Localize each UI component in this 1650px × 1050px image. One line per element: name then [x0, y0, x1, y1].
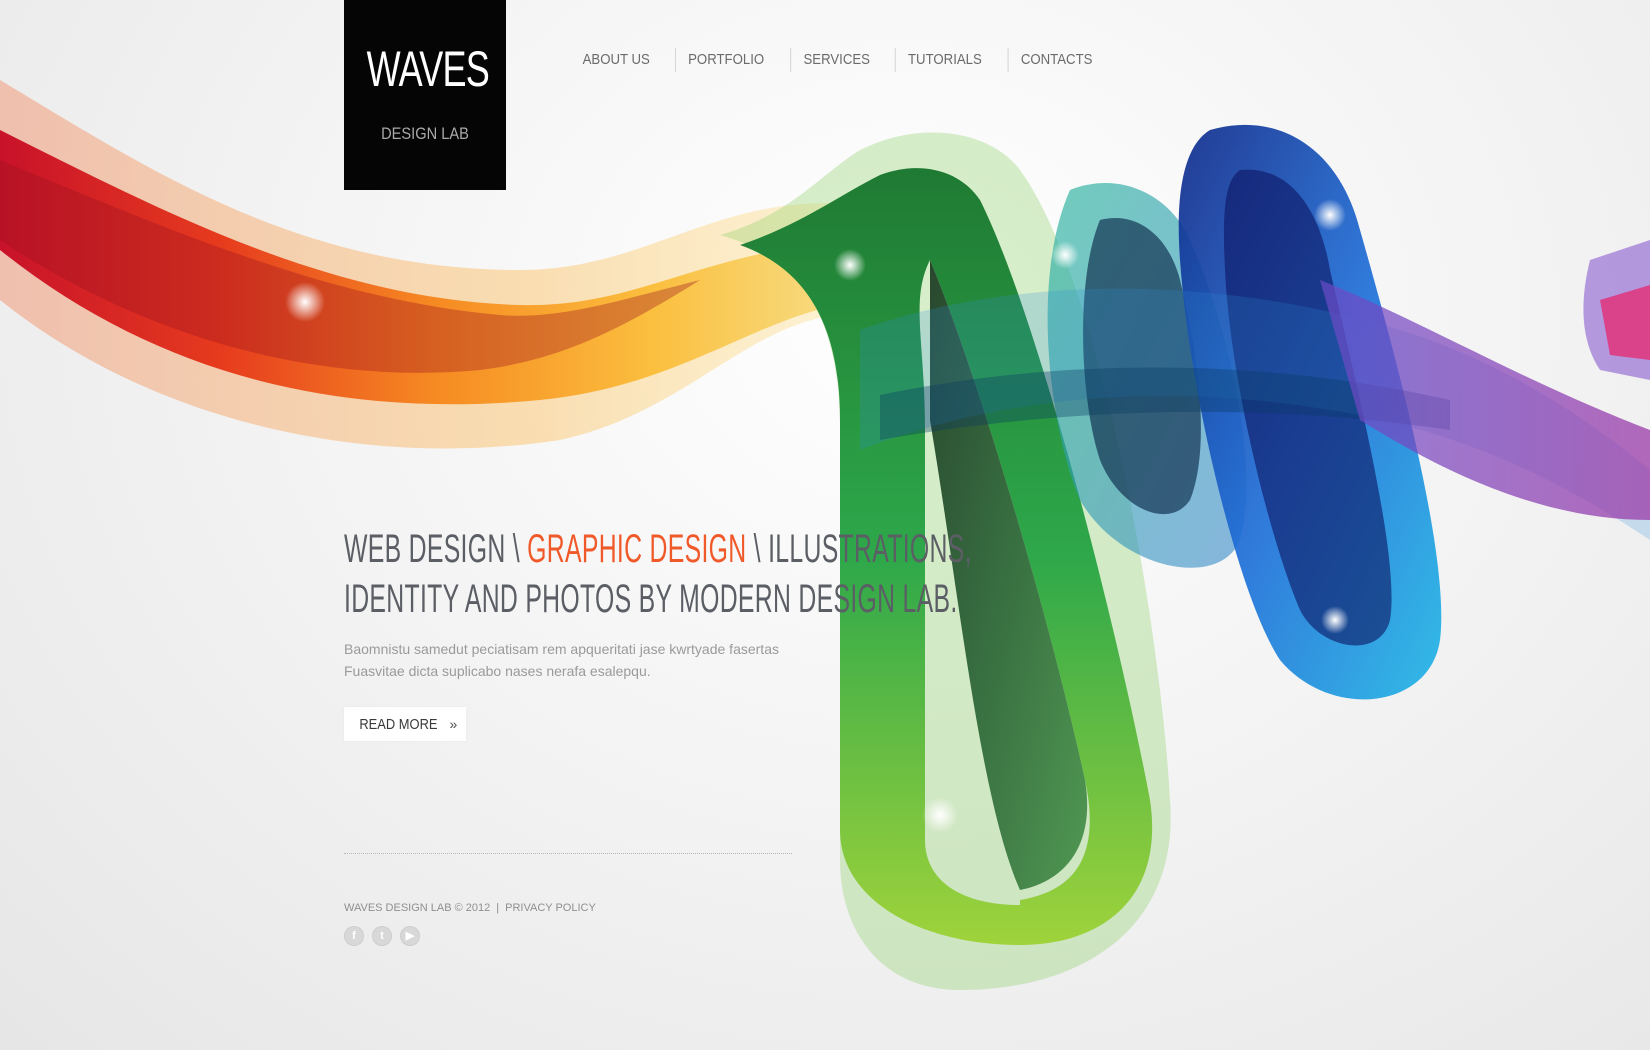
- headline-line-1: WEB DESIGN \ GRAPHIC DESIGN \ ILLUSTRATI…: [344, 524, 971, 574]
- headline-accent: GRAPHIC DESIGN: [527, 527, 747, 571]
- copyright-text: WAVES DESIGN LAB © 2012: [344, 902, 491, 914]
- footer-divider: [344, 853, 792, 854]
- nav-item-about-us[interactable]: ABOUT US: [570, 48, 662, 72]
- intro-line-2: Fuasvitae dicta suplicabo nases nerafa e…: [344, 663, 651, 679]
- read-more-button[interactable]: READ MORE »: [344, 707, 466, 741]
- logo[interactable]: WAVES DESIGN LAB: [344, 0, 506, 190]
- main-nav: ABOUT US PORTFOLIO SERVICES TUTORIALS CO…: [564, 46, 1112, 74]
- hero-headline: WEB DESIGN \ GRAPHIC DESIGN \ ILLUSTRATI…: [344, 524, 971, 624]
- facebook-icon[interactable]: f: [344, 926, 364, 946]
- intro-line-1: Baomnistu samedut peciatisam rem apqueri…: [344, 641, 779, 657]
- footer-separator: |: [496, 902, 500, 914]
- nav-item-contacts[interactable]: CONTACTS: [1007, 48, 1105, 72]
- headline-line-2: IDENTITY AND PHOTOS BY MODERN DESIGN LAB…: [344, 577, 958, 621]
- hero-intro: Baomnistu samedut peciatisam rem apqueri…: [344, 638, 824, 682]
- twitter-icon[interactable]: t: [372, 926, 392, 946]
- logo-subtitle: DESIGN LAB: [381, 124, 469, 143]
- nav-item-services[interactable]: SERVICES: [790, 48, 882, 72]
- privacy-policy-link[interactable]: PRIVACY POLICY: [505, 902, 596, 914]
- headline-part-1: WEB DESIGN \: [344, 527, 528, 571]
- headline-part-2: \ ILLUSTRATIONS,: [746, 527, 972, 571]
- nav-item-tutorials[interactable]: TUTORIALS: [895, 48, 994, 72]
- nav-item-portfolio[interactable]: PORTFOLIO: [675, 48, 777, 72]
- read-more-label: READ MORE: [359, 715, 438, 733]
- social-links: f t ▶: [344, 926, 420, 946]
- logo-title: WAVES: [366, 41, 490, 97]
- double-chevron-right-icon: »: [449, 716, 458, 732]
- ribbon-artwork: [0, 80, 1650, 991]
- youtube-icon[interactable]: ▶: [400, 926, 420, 946]
- footer-text: WAVES DESIGN LAB © 2012 | PRIVACY POLICY: [344, 900, 596, 916]
